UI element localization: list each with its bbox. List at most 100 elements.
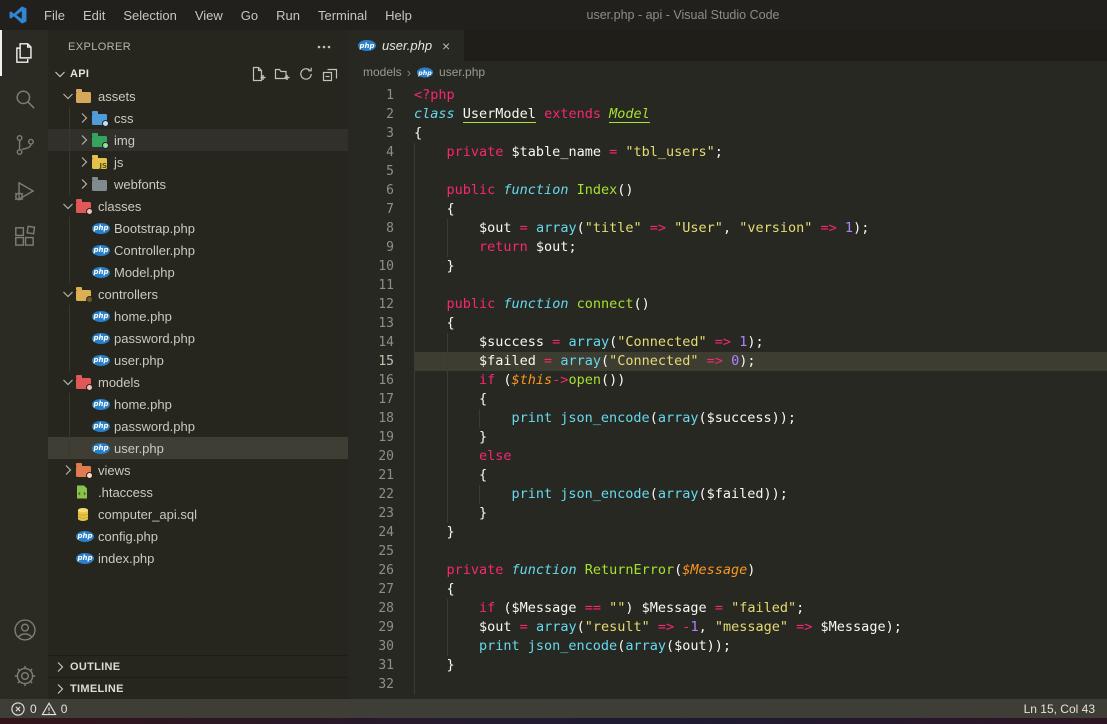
code-line-6[interactable]: 6public function Index()	[348, 181, 1107, 200]
tree-item-controllers[interactable]: controllers	[48, 283, 348, 305]
code-line-32[interactable]: 32	[348, 675, 1107, 694]
outline-panel-header[interactable]: OUTLINE	[48, 655, 348, 677]
tree-item-password-php[interactable]: phppassword.php	[48, 327, 348, 349]
code-line-5[interactable]: 5	[348, 162, 1107, 181]
line-number: 21	[348, 466, 394, 485]
tree-item-config-php[interactable]: phpconfig.php	[48, 525, 348, 547]
new-folder-icon[interactable]	[272, 64, 292, 84]
code-line-31[interactable]: 31}	[348, 656, 1107, 675]
tree-item-password-php[interactable]: phppassword.php	[48, 415, 348, 437]
menu-help[interactable]: Help	[376, 0, 421, 30]
tree-item-models[interactable]: models	[48, 371, 348, 393]
refresh-explorer-icon[interactable]	[296, 64, 316, 84]
menu-file[interactable]: File	[35, 0, 74, 30]
code-line-19[interactable]: 19}	[348, 428, 1107, 447]
tree-item-user-php[interactable]: phpuser.php	[48, 437, 348, 459]
activity-run-debug-icon[interactable]	[0, 168, 48, 214]
code-line-12[interactable]: 12public function connect()	[348, 295, 1107, 314]
code-line-29[interactable]: 29$out = array("result" => -1, "message"…	[348, 618, 1107, 637]
breadcrumb-folder[interactable]: models	[363, 65, 402, 79]
tree-item-classes[interactable]: classes	[48, 195, 348, 217]
tree-item-css[interactable]: css	[48, 107, 348, 129]
breadcrumb-file[interactable]: user.php	[439, 65, 485, 79]
code-line-17[interactable]: 17{	[348, 390, 1107, 409]
code-line-7[interactable]: 7{	[348, 200, 1107, 219]
collapse-folders-icon[interactable]	[320, 64, 340, 84]
tree-item-bootstrap-php[interactable]: phpBootstrap.php	[48, 217, 348, 239]
activity-search-icon[interactable]	[0, 76, 48, 122]
code-line-30[interactable]: 30print json_encode(array($out));	[348, 637, 1107, 656]
line-number: 29	[348, 618, 394, 637]
tree-item-js[interactable]: JSjs	[48, 151, 348, 173]
menu-terminal[interactable]: Terminal	[309, 0, 376, 30]
code-line-20[interactable]: 20else	[348, 447, 1107, 466]
code-line-10[interactable]: 10}	[348, 257, 1107, 276]
cursor-position[interactable]: Ln 15, Col 43	[1024, 702, 1095, 716]
workspace-section-header[interactable]: API	[48, 63, 348, 85]
code-line-2[interactable]: 2class UserModel extends Model	[348, 105, 1107, 124]
code-line-14[interactable]: 14$success = array("Connected" => 1);	[348, 333, 1107, 352]
workspace-name: API	[70, 68, 248, 80]
code-line-26[interactable]: 26private function ReturnError($Message)	[348, 561, 1107, 580]
tree-item-user-php[interactable]: phpuser.php	[48, 349, 348, 371]
tree-item-home-php[interactable]: phphome.php	[48, 393, 348, 415]
menu-edit[interactable]: Edit	[74, 0, 114, 30]
code-line-13[interactable]: 13{	[348, 314, 1107, 333]
tree-item-model-php[interactable]: phpModel.php	[48, 261, 348, 283]
menu-selection[interactable]: Selection	[114, 0, 185, 30]
tree-item-index-php[interactable]: phpindex.php	[48, 547, 348, 569]
tab-bar: php user.php ×	[348, 30, 1107, 61]
code-line-1[interactable]: 1<?php	[348, 86, 1107, 105]
code-editor[interactable]: 1<?php2class UserModel extends Model3{4p…	[348, 83, 1107, 699]
code-line-24[interactable]: 24}	[348, 523, 1107, 542]
activity-explorer-icon[interactable]	[0, 30, 48, 76]
code-line-21[interactable]: 21{	[348, 466, 1107, 485]
activity-extensions-icon[interactable]	[0, 214, 48, 260]
tree-item-label: css	[114, 111, 134, 126]
code-line-28[interactable]: 28if ($Message == "") $Message = "failed…	[348, 599, 1107, 618]
tree-item-img[interactable]: img	[48, 129, 348, 151]
activity-account-icon[interactable]	[0, 607, 48, 653]
activity-source-control-icon[interactable]	[0, 122, 48, 168]
chevron-right-icon	[52, 659, 68, 675]
code-line-8[interactable]: 8$out = array("title" => "User", "versio…	[348, 219, 1107, 238]
code-line-11[interactable]: 11	[348, 276, 1107, 295]
php-icon: php	[92, 245, 112, 256]
menu-go[interactable]: Go	[232, 0, 267, 30]
new-file-icon[interactable]	[248, 64, 268, 84]
code-line-9[interactable]: 9return $out;	[348, 238, 1107, 257]
code-line-23[interactable]: 23}	[348, 504, 1107, 523]
sidebar-header: EXPLORER	[48, 30, 348, 63]
menu-run[interactable]: Run	[267, 0, 309, 30]
code-line-3[interactable]: 3{	[348, 124, 1107, 143]
close-icon[interactable]: ×	[438, 39, 454, 53]
code-line-15[interactable]: 15$failed = array("Connected" => 0);	[348, 352, 1107, 371]
code-line-25[interactable]: 25	[348, 542, 1107, 561]
tree-item-assets[interactable]: assets	[48, 85, 348, 107]
tree-item-label: config.php	[98, 529, 158, 544]
tree-item-htaccess[interactable]: .htaccess	[48, 481, 348, 503]
more-actions-icon[interactable]	[314, 37, 334, 57]
code-line-4[interactable]: 4private $table_name = "tbl_users";	[348, 143, 1107, 162]
tree-item-label: index.php	[98, 551, 154, 566]
tab-user-php[interactable]: php user.php ×	[348, 30, 464, 61]
line-number: 4	[348, 143, 394, 162]
tree-item-computer-api-sql[interactable]: computer_api.sql	[48, 503, 348, 525]
chevron-down-icon	[60, 88, 76, 104]
menu-view[interactable]: View	[186, 0, 232, 30]
code-line-18[interactable]: 18print json_encode(array($success));	[348, 409, 1107, 428]
tree-item-webfonts[interactable]: webfonts	[48, 173, 348, 195]
code-line-27[interactable]: 27{	[348, 580, 1107, 599]
chevron-down-icon	[60, 374, 76, 390]
problems-status[interactable]: 0 0	[10, 701, 67, 717]
menu-bar: FileEditSelectionViewGoRunTerminalHelp	[35, 0, 421, 30]
tree-item-controller-php[interactable]: phpController.php	[48, 239, 348, 261]
activity-settings-icon[interactable]	[0, 653, 48, 699]
line-number: 23	[348, 504, 394, 523]
tree-item-views[interactable]: views	[48, 459, 348, 481]
php-icon: php	[92, 421, 112, 432]
timeline-panel-header[interactable]: TIMELINE	[48, 677, 348, 699]
code-line-16[interactable]: 16if ($this->open())	[348, 371, 1107, 390]
tree-item-home-php[interactable]: phphome.php	[48, 305, 348, 327]
code-line-22[interactable]: 22print json_encode(array($failed));	[348, 485, 1107, 504]
